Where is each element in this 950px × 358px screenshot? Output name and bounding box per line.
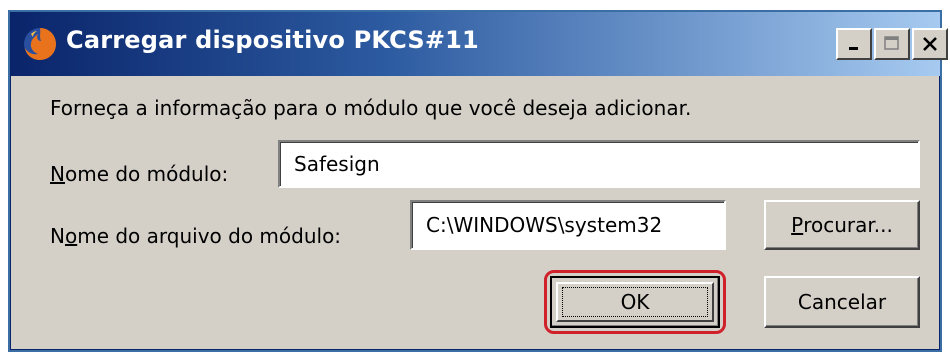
- module-name-label: Nome do módulo:: [50, 162, 228, 186]
- cancel-button-label: Cancelar: [797, 290, 887, 314]
- module-name-field[interactable]: Safesign: [278, 140, 920, 188]
- browse-button[interactable]: Procurar...: [764, 200, 920, 250]
- minimize-icon: [849, 47, 858, 50]
- close-icon: [923, 37, 937, 51]
- module-file-label-text: me do arquivo do módulo:: [77, 224, 342, 248]
- dialog-window: Carregar dispositivo PKCS#11 Forneça a i…: [8, 10, 948, 352]
- module-name-value: Safesign: [294, 152, 380, 176]
- ok-button[interactable]: OK: [550, 276, 720, 328]
- firefox-icon: [24, 28, 56, 60]
- module-file-label: Nome do arquivo do módulo:: [50, 224, 341, 248]
- module-file-field[interactable]: C:\WINDOWS\system32: [410, 200, 726, 250]
- module-file-label-accelerator: o: [64, 224, 78, 248]
- module-name-label-text: ome do módulo:: [64, 162, 229, 186]
- module-name-label-accelerator: N: [50, 162, 65, 186]
- browse-button-accelerator: P: [791, 213, 804, 237]
- cancel-button[interactable]: Cancelar: [764, 276, 920, 328]
- minimize-button[interactable]: [836, 28, 872, 60]
- ok-button-label: OK: [620, 290, 650, 314]
- window-title: Carregar dispositivo PKCS#11: [66, 26, 479, 54]
- browse-button-label: rocurar...: [803, 213, 893, 237]
- title-bar[interactable]: Carregar dispositivo PKCS#11: [10, 12, 948, 76]
- instruction-text: Forneça a informação para o módulo que v…: [50, 96, 692, 120]
- module-file-value: C:\WINDOWS\system32: [426, 213, 663, 237]
- close-button[interactable]: [912, 28, 948, 60]
- maximize-icon: [884, 36, 899, 50]
- module-file-label-prefix: N: [50, 224, 65, 248]
- maximize-button[interactable]: [874, 28, 910, 60]
